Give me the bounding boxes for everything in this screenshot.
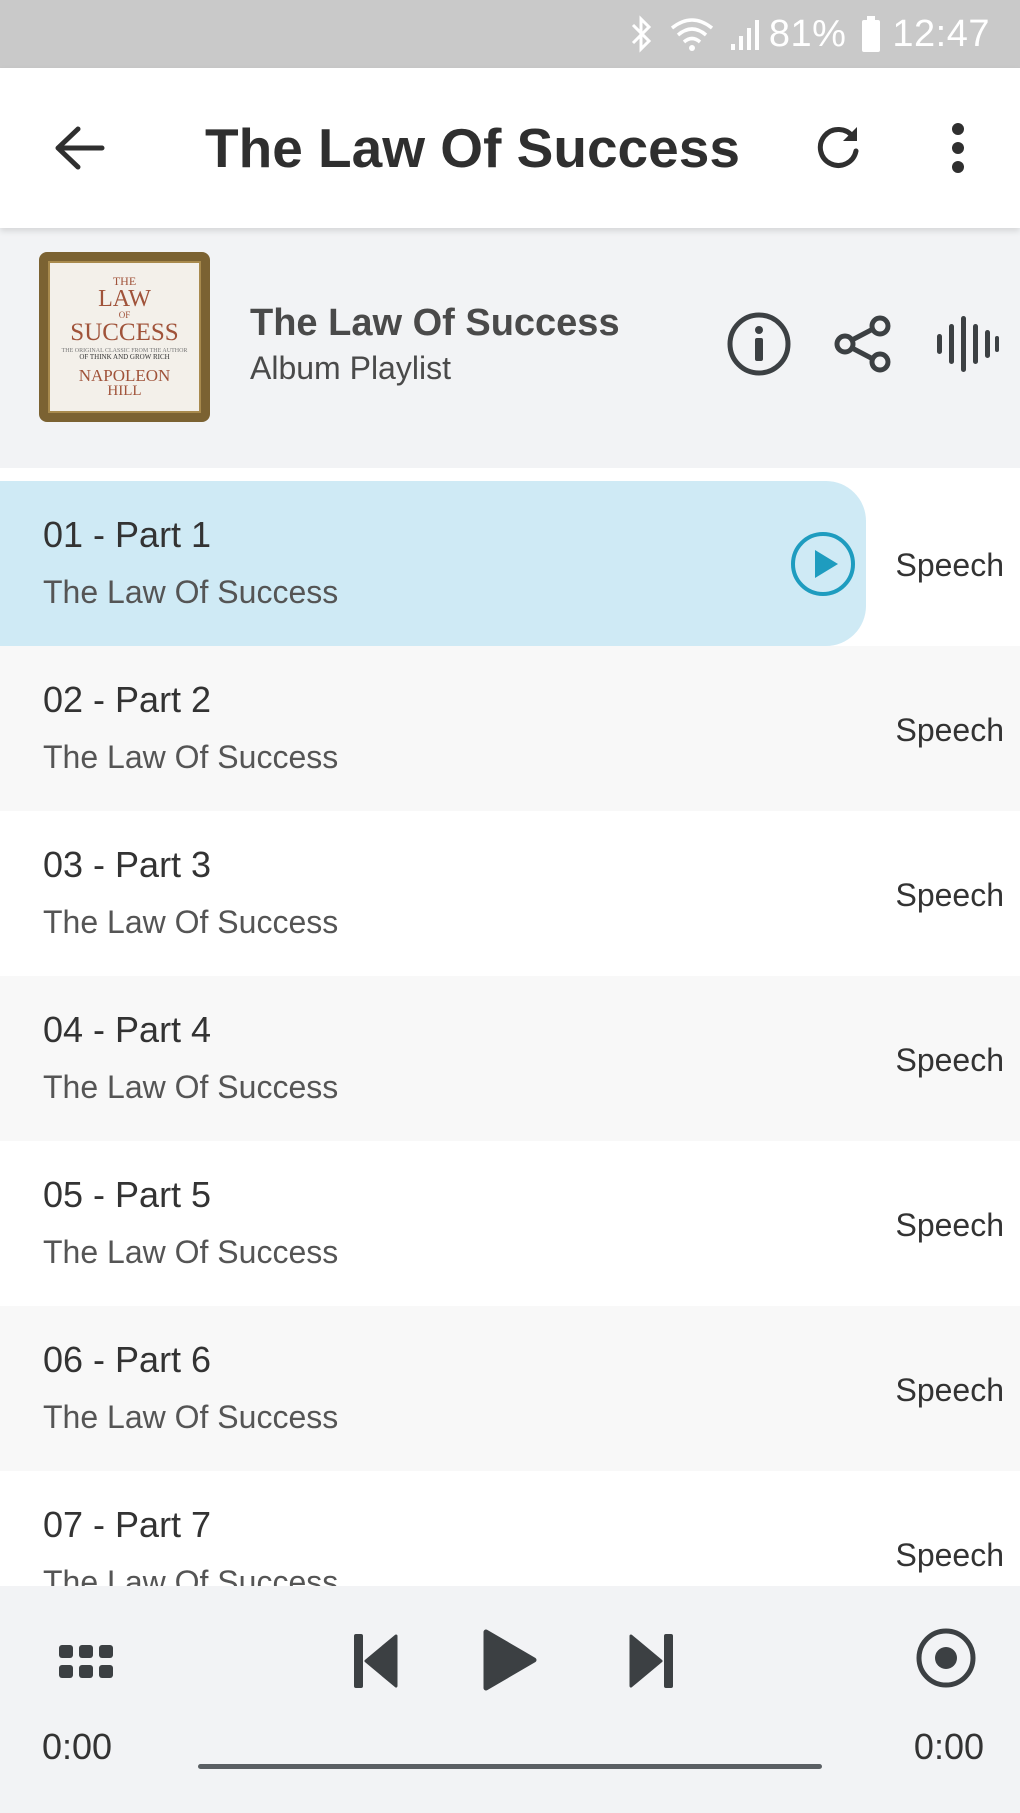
track-album: The Law Of Success bbox=[43, 904, 339, 940]
equalizer-button[interactable] bbox=[929, 306, 1005, 382]
page-title: The Law Of Success bbox=[205, 117, 740, 179]
track-genre: Speech bbox=[895, 877, 1004, 913]
more-vert-icon bbox=[952, 123, 964, 173]
track-title: 02 - Part 2 bbox=[43, 679, 212, 720]
back-button[interactable] bbox=[40, 108, 120, 188]
signal-icon bbox=[729, 16, 759, 52]
play-button[interactable] bbox=[470, 1612, 550, 1708]
track-row[interactable]: 07 - Part 7 The Law Of Success Speech bbox=[0, 1471, 1020, 1586]
track-genre: Speech bbox=[895, 1042, 1004, 1078]
track-title: 05 - Part 5 bbox=[43, 1174, 212, 1215]
battery-percent: 81% bbox=[768, 12, 847, 55]
track-album: The Law Of Success bbox=[43, 574, 339, 610]
now-playing-highlight bbox=[0, 481, 866, 646]
clock: 12:47 bbox=[892, 12, 990, 55]
elapsed-time: 0:00 bbox=[42, 1726, 113, 1767]
track-row[interactable]: 03 - Part 3 The Law Of Success Speech bbox=[0, 811, 1020, 976]
track-row[interactable]: 02 - Part 2 The Law Of Success Speech bbox=[0, 646, 1020, 811]
track-title: 07 - Part 7 bbox=[43, 1504, 212, 1545]
more-options-button[interactable] bbox=[918, 108, 998, 188]
app-bar: The Law Of Success bbox=[0, 68, 1020, 228]
record-button[interactable] bbox=[906, 1618, 986, 1698]
track-genre: Speech bbox=[895, 547, 1004, 583]
track-genre: Speech bbox=[895, 1207, 1004, 1243]
waveform-icon bbox=[937, 316, 999, 372]
cover-text: HILL bbox=[107, 383, 142, 399]
refresh-button[interactable] bbox=[798, 108, 878, 188]
share-button[interactable] bbox=[825, 306, 901, 382]
cover-text: NAPOLEON bbox=[78, 366, 171, 385]
info-button[interactable] bbox=[721, 306, 797, 382]
album-cover: THE LAW OF SUCCESS THE ORIGINAL CLASSIC … bbox=[39, 252, 210, 422]
play-circle-icon bbox=[791, 532, 855, 596]
grid-icon bbox=[59, 1645, 113, 1678]
album-subtitle: Album Playlist bbox=[250, 350, 451, 386]
track-row[interactable]: 05 - Part 5 The Law Of Success Speech bbox=[0, 1141, 1020, 1306]
cover-text: OF THINK AND GROW RICH bbox=[79, 353, 170, 361]
album-header: THE LAW OF SUCCESS THE ORIGINAL CLASSIC … bbox=[0, 228, 1020, 468]
skip-next-icon bbox=[629, 1634, 673, 1688]
status-bar: 81% 12:47 bbox=[0, 0, 1020, 68]
track-album: The Law Of Success bbox=[43, 1564, 339, 1586]
queue-grid-button[interactable] bbox=[50, 1626, 122, 1698]
track-album: The Law Of Success bbox=[43, 1069, 339, 1105]
track-album: The Law Of Success bbox=[43, 1234, 339, 1270]
album-title: The Law Of Success bbox=[250, 302, 620, 344]
track-genre: Speech bbox=[895, 1372, 1004, 1408]
total-time: 0:00 bbox=[913, 1726, 984, 1767]
info-icon bbox=[727, 312, 791, 376]
play-icon bbox=[483, 1629, 537, 1691]
cover-text: SUCCESS bbox=[70, 319, 179, 346]
track-genre: Speech bbox=[895, 712, 1004, 748]
track-row[interactable]: 06 - Part 6 The Law Of Success Speech bbox=[0, 1306, 1020, 1471]
battery-icon bbox=[860, 15, 882, 53]
track-title: 04 - Part 4 bbox=[43, 1009, 212, 1050]
mini-player: 0:00 0:00 bbox=[0, 1586, 1020, 1813]
track-list: 01 - Part 1 The Law Of Success Speech 02… bbox=[0, 468, 1020, 1586]
track-title: 03 - Part 3 bbox=[43, 844, 212, 885]
wifi-icon bbox=[669, 16, 715, 52]
previous-button[interactable] bbox=[335, 1616, 415, 1706]
track-row[interactable]: 04 - Part 4 The Law Of Success Speech bbox=[0, 976, 1020, 1141]
track-title: 01 - Part 1 bbox=[43, 514, 212, 555]
refresh-icon bbox=[817, 126, 859, 168]
track-title: 06 - Part 6 bbox=[43, 1339, 212, 1380]
share-icon bbox=[834, 315, 891, 373]
arrow-back-icon bbox=[55, 126, 105, 170]
radio-button-icon bbox=[916, 1628, 976, 1688]
bluetooth-icon bbox=[629, 14, 655, 54]
seek-bar[interactable] bbox=[198, 1764, 822, 1769]
track-album: The Law Of Success bbox=[43, 1399, 339, 1435]
track-play-button[interactable] bbox=[790, 531, 856, 597]
cover-text: LAW bbox=[98, 286, 151, 312]
skip-previous-icon bbox=[354, 1634, 398, 1688]
track-album: The Law Of Success bbox=[43, 739, 339, 775]
next-button[interactable] bbox=[612, 1616, 692, 1706]
track-genre: Speech bbox=[895, 1537, 1004, 1573]
track-row[interactable]: 01 - Part 1 The Law Of Success Speech bbox=[0, 481, 1020, 646]
